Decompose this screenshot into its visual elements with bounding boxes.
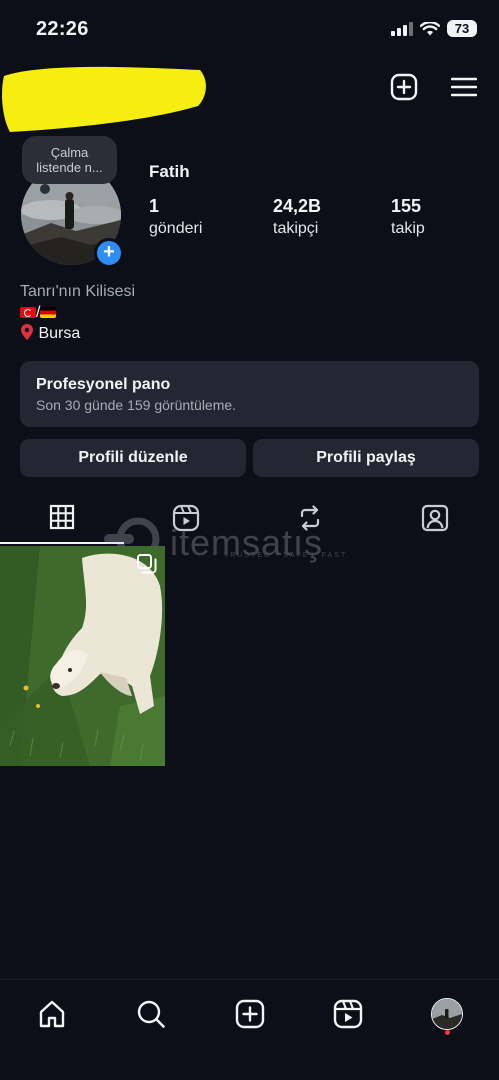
grid-icon [49, 504, 75, 530]
nav-create[interactable] [230, 994, 270, 1034]
status-bar: 22:26 73 [0, 0, 499, 58]
nav-profile[interactable] [427, 994, 467, 1034]
profile-picture-small [432, 999, 462, 1029]
nav-search[interactable] [131, 994, 171, 1034]
post-thumbnail[interactable] [0, 546, 165, 766]
stat-following-label: takip [391, 220, 425, 237]
stat-posts[interactable]: 1 gönderi [149, 196, 202, 238]
stat-followers-label: takipçi [273, 220, 319, 237]
stat-followers-value: 24,2B [273, 196, 322, 216]
post-image [0, 546, 165, 766]
plus-square-icon [390, 73, 418, 101]
bottom-navigation [0, 979, 499, 1080]
note-line-1: Çalma [50, 145, 89, 160]
share-profile-button[interactable]: Profili paylaş [253, 439, 479, 477]
home-icon [39, 1000, 65, 1028]
create-icon [235, 999, 265, 1029]
create-post-button[interactable] [389, 72, 419, 102]
stat-following[interactable]: 155 takip [391, 196, 425, 238]
professional-dashboard[interactable]: Profesyonel pano Son 30 günde 159 görünt… [20, 361, 479, 427]
profile-bio: Tanrı'nın Kilisesi / Bursa [20, 281, 135, 344]
nav-home[interactable] [32, 994, 72, 1034]
top-actions [389, 72, 479, 102]
pro-panel-title: Profesyonel pano [36, 376, 171, 393]
add-story-button[interactable]: + [94, 238, 124, 268]
search-icon [137, 1000, 165, 1028]
stat-posts-value: 1 [149, 196, 160, 216]
hamburger-menu-icon [451, 77, 477, 97]
wifi-icon [420, 21, 440, 35]
username-redaction [2, 66, 206, 132]
nav-reels[interactable] [328, 994, 368, 1034]
pro-panel-subtitle: Son 30 günde 159 görüntüleme. [36, 397, 237, 413]
bio-flags: / [20, 302, 135, 323]
bio-location-text: Bursa [38, 325, 81, 342]
germany-flag-icon [40, 307, 57, 318]
status-time: 22:26 [36, 18, 89, 40]
bio-category: Tanrı'nın Kilisesi [20, 283, 136, 300]
note-bubble-tail [40, 184, 50, 194]
signal-icon [391, 21, 413, 36]
stat-followers[interactable]: 24,2B takipçi [273, 196, 321, 238]
note-line-2: listende n... [36, 160, 103, 175]
battery-indicator: 73 [447, 20, 477, 37]
bio-location: Bursa [20, 323, 135, 344]
reels-icon [333, 999, 363, 1029]
turkey-flag-icon [20, 307, 36, 318]
note-bubble[interactable]: Çalma listende n... [22, 136, 117, 184]
carousel-icon [137, 554, 157, 574]
tagged-person-icon [421, 504, 449, 532]
menu-button[interactable] [449, 72, 479, 102]
edit-profile-button[interactable]: Profili düzenle [20, 439, 246, 477]
stat-posts-label: gönderi [149, 220, 203, 237]
profile-name: Fatih [149, 162, 190, 181]
watermark-subtext: TRUSTED · SAFE · FAST [224, 552, 348, 559]
pin-icon [21, 324, 33, 340]
nav-profile-avatar [431, 998, 463, 1030]
status-icons: 73 [391, 20, 477, 37]
notification-dot [445, 1030, 450, 1035]
stat-following-value: 155 [391, 196, 422, 216]
